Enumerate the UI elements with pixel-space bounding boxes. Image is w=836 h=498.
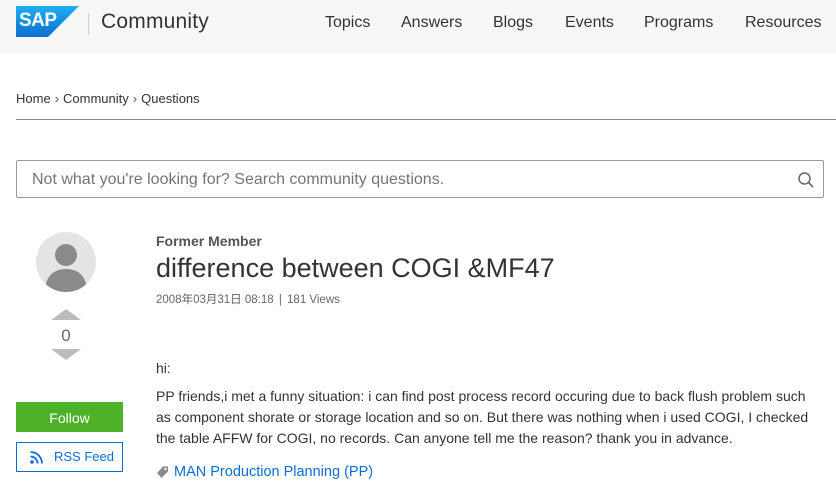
rss-feed-button[interactable]: RSS Feed: [16, 442, 123, 472]
meta-separator: |: [275, 294, 286, 306]
main-nav: Topics Answers Blogs Events Programs Res…: [0, 14, 836, 34]
post-author[interactable]: Former Member: [156, 233, 262, 249]
post-tag-label: MAN Production Planning (PP): [174, 464, 374, 480]
post-views: 181 Views: [287, 294, 340, 306]
breadcrumb-divider: [16, 119, 836, 120]
breadcrumb-questions[interactable]: Questions: [141, 91, 200, 106]
breadcrumb-separator: ›: [132, 91, 138, 106]
post-title: difference between COGI &MF47: [156, 253, 555, 283]
vote-down-icon[interactable]: [51, 349, 81, 360]
search-input[interactable]: [32, 171, 732, 189]
rss-icon: [30, 451, 43, 464]
post-date: 2008年03月31日 08:18: [156, 294, 274, 306]
nav-resources[interactable]: Resources: [745, 14, 821, 32]
tag-icon: [157, 466, 168, 478]
top-header: SAP Community Topics Answers Blogs Event…: [0, 0, 836, 54]
post-meta: 2008年03月31日 08:18 | 181 Views: [156, 291, 340, 307]
post-greeting: hi:: [156, 360, 171, 376]
breadcrumb: Home › Community › Questions: [16, 91, 200, 106]
avatar[interactable]: [36, 232, 96, 292]
search-box: [16, 160, 824, 198]
breadcrumb-separator: ›: [54, 91, 60, 106]
vote-up-icon[interactable]: [51, 309, 81, 320]
search-icon[interactable]: [797, 171, 815, 189]
breadcrumb-community[interactable]: Community: [63, 91, 129, 106]
nav-events[interactable]: Events: [565, 14, 614, 32]
vote-count: 0: [61, 326, 71, 345]
follow-button[interactable]: Follow: [16, 402, 123, 432]
avatar-icon: [45, 244, 87, 292]
nav-topics[interactable]: Topics: [325, 14, 370, 32]
rss-feed-label: RSS Feed: [54, 449, 114, 464]
nav-programs[interactable]: Programs: [644, 14, 713, 32]
nav-answers[interactable]: Answers: [401, 14, 462, 32]
nav-blogs[interactable]: Blogs: [493, 14, 533, 32]
post-body: PP friends,i met a funny situation: i ca…: [156, 388, 809, 446]
breadcrumb-home[interactable]: Home: [16, 91, 51, 106]
